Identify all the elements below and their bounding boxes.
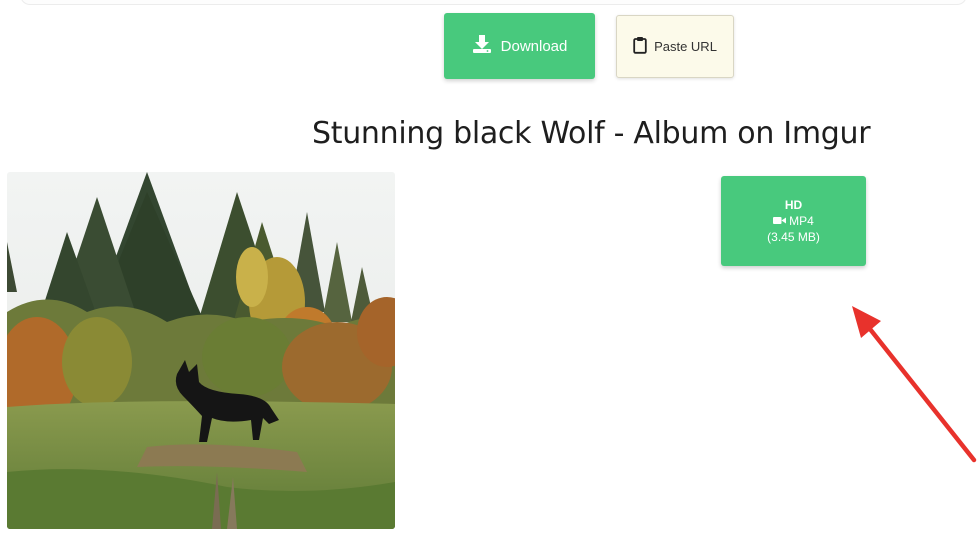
download-button-label: Download bbox=[500, 37, 568, 55]
download-icon bbox=[472, 34, 492, 58]
url-input-edge[interactable] bbox=[20, 0, 967, 5]
video-thumbnail bbox=[7, 172, 395, 529]
paste-url-label: Paste URL bbox=[654, 39, 717, 54]
download-button[interactable]: Download bbox=[444, 13, 595, 79]
clipboard-icon bbox=[633, 36, 647, 57]
hd-mp4-download-button[interactable]: HD MP4 (3.45 MB) bbox=[721, 176, 866, 266]
paste-url-button[interactable]: Paste URL bbox=[616, 15, 734, 78]
format-row: MP4 bbox=[773, 213, 814, 229]
page-title: Stunning black Wolf - Album on Imgur bbox=[312, 116, 871, 151]
video-camera-icon bbox=[773, 213, 787, 229]
page: Download Paste URL Stunning black Wolf -… bbox=[0, 0, 979, 548]
red-arrow-annotation bbox=[852, 306, 977, 463]
quality-label: HD bbox=[784, 198, 803, 212]
file-size-label: (3.45 MB) bbox=[767, 230, 820, 244]
format-label: MP4 bbox=[789, 214, 814, 228]
